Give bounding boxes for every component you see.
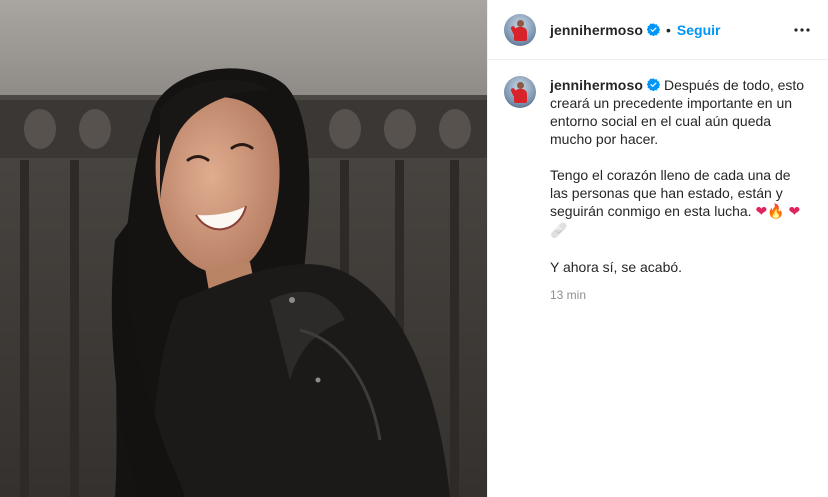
- post-timestamp[interactable]: 13 min: [550, 286, 812, 304]
- caption-avatar[interactable]: [504, 76, 536, 108]
- caption-username-link[interactable]: jennihermoso: [550, 77, 643, 93]
- caption-text-2: Tengo el corazón lleno de cada una de la…: [550, 167, 791, 219]
- post-side-panel: jennihermoso • Seguir jennihermoso Despu…: [487, 0, 828, 497]
- follow-button[interactable]: Seguir: [677, 22, 721, 38]
- verified-badge-icon: [647, 78, 660, 91]
- photo-illustration: [0, 0, 487, 497]
- more-options-icon[interactable]: [790, 18, 814, 42]
- caption-paragraph-3: Y ahora sí, se acabó.: [550, 259, 683, 275]
- avatar[interactable]: [504, 13, 536, 46]
- username-link[interactable]: jennihermoso: [550, 22, 643, 38]
- separator-dot: •: [666, 21, 671, 38]
- bandage-emoji-icon: 🩹: [550, 223, 568, 239]
- verified-badge-icon: [647, 23, 660, 36]
- post-photo[interactable]: [0, 0, 487, 497]
- caption: jennihermoso Después de todo, esto crear…: [488, 60, 828, 304]
- post-header: jennihermoso • Seguir: [488, 0, 828, 60]
- red-heart-emoji-icon: ❤: [755, 204, 768, 220]
- red-heart-emoji-icon-2: ❤: [788, 204, 801, 220]
- caption-body: jennihermoso Después de todo, esto crear…: [550, 76, 812, 304]
- header-user-info: jennihermoso • Seguir: [550, 22, 720, 38]
- fire-emoji-icon: 🔥: [767, 204, 785, 220]
- caption-paragraph-2: Tengo el corazón lleno de cada una de la…: [550, 166, 812, 240]
